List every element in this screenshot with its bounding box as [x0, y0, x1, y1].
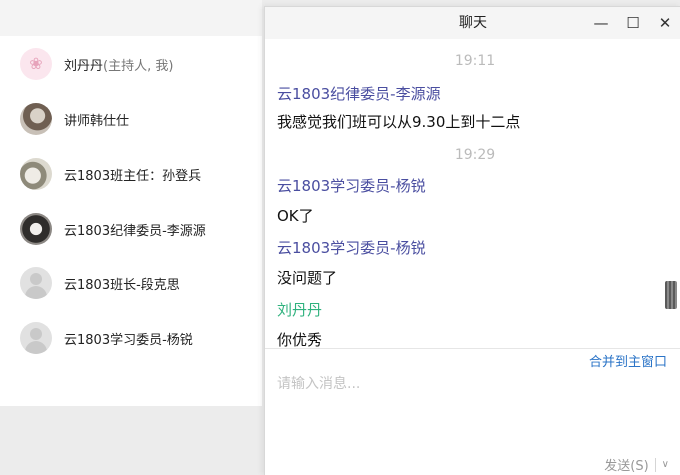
message-sender: 云1803学习委员-杨锐: [277, 177, 426, 195]
message-text: 没问题了: [277, 269, 338, 287]
participant-list: 刘丹丹(主持人, 我) 讲师韩仕仕 云1803班主任：孙登兵 云1803纪律委员…: [0, 36, 262, 406]
participant-item[interactable]: 云1803班长-段克思: [20, 265, 180, 301]
message-list: 19:11 云1803纪律委员-李源源 我感觉我们班可以从9.30上到十二点 1…: [265, 39, 663, 349]
chat-titlebar: 聊天 — ☐ ✕: [265, 7, 680, 39]
maximize-icon[interactable]: ☐: [623, 13, 643, 33]
participant-item[interactable]: 云1803班主任：孙登兵: [20, 156, 201, 192]
photo-avatar-icon: [20, 213, 52, 245]
message-input[interactable]: [275, 371, 659, 445]
participant-item[interactable]: 刘丹丹(主持人, 我): [20, 46, 173, 82]
participant-role: (主持人, 我): [103, 58, 174, 74]
participant-item[interactable]: 云1803学习委员-杨锐: [20, 320, 193, 356]
participant-item[interactable]: 云1803纪律委员-李源源: [20, 211, 206, 247]
chat-title: 聊天: [459, 15, 487, 31]
default-avatar-icon: [20, 322, 52, 354]
message-sender-self: 刘丹丹: [277, 301, 323, 319]
photo-avatar-icon: [20, 158, 52, 190]
scrollbar-thumb[interactable]: [665, 281, 677, 309]
photo-avatar-icon: [20, 103, 52, 135]
participant-name: 云1803班长-段克思: [64, 277, 180, 293]
message-text: 我感觉我们班可以从9.30上到十二点: [277, 113, 521, 131]
participant-name: 云1803班主任：孙登兵: [64, 168, 202, 184]
message-text: OK了: [277, 207, 314, 225]
participant-name: 云1803学习委员-杨锐: [64, 332, 193, 348]
left-panel-header: [0, 0, 262, 36]
send-button[interactable]: 发送(S): [598, 455, 654, 474]
minimize-icon[interactable]: —: [591, 13, 611, 33]
message-timestamp: 19:29: [454, 147, 496, 163]
message-text: 你优秀: [277, 331, 323, 349]
chat-window: 聊天 — ☐ ✕ 19:11 云1803纪律委员-李源源 我感觉我们班可以从9.…: [264, 6, 680, 475]
message-sender: 云1803学习委员-杨锐: [277, 239, 426, 257]
message-timestamp: 19:11: [454, 53, 496, 69]
message-sender: 云1803纪律委员-李源源: [277, 85, 441, 103]
default-avatar-icon: [20, 267, 52, 299]
participant-name: 云1803纪律委员-李源源: [64, 223, 206, 239]
participant-item[interactable]: 讲师韩仕仕: [20, 101, 129, 137]
merge-to-main-window-link[interactable]: 合并到主窗口: [589, 351, 667, 370]
input-divider: [265, 348, 680, 349]
close-icon[interactable]: ✕: [655, 13, 675, 33]
chevron-down-icon[interactable]: ∨: [656, 459, 671, 470]
flower-avatar-icon: [20, 48, 52, 80]
participant-name: 讲师韩仕仕: [64, 113, 130, 129]
send-controls: 发送(S) ∨: [598, 455, 671, 474]
participant-name: 刘丹丹: [64, 58, 104, 74]
